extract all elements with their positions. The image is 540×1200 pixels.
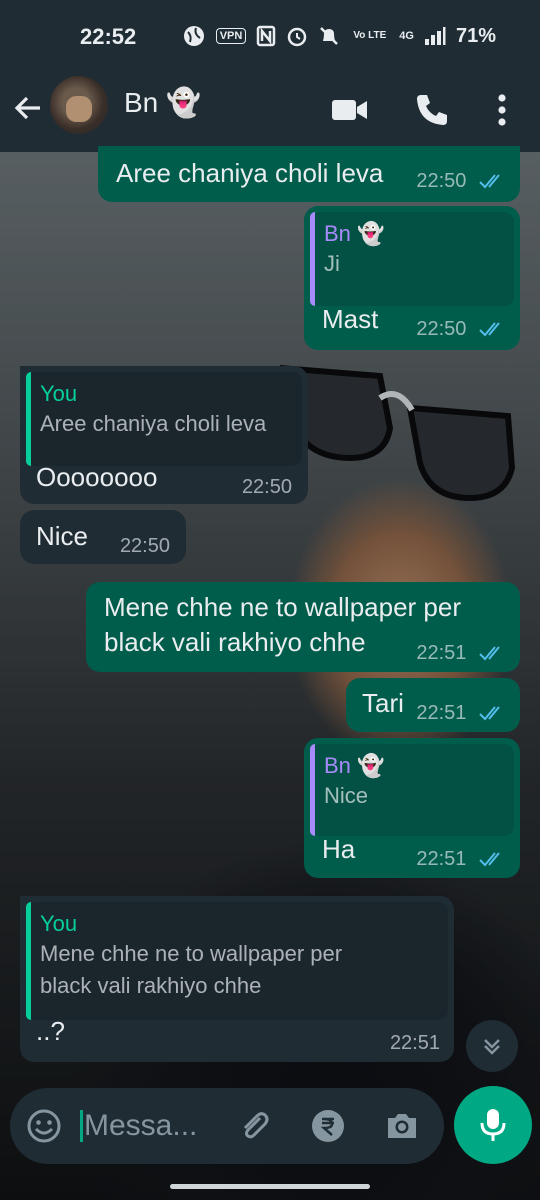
quote-text-line: black vali rakhiyo chhe (40, 973, 262, 998)
message-text: Tari (362, 688, 404, 718)
globe-icon (183, 26, 204, 46)
message-incoming[interactable]: Nice 22:50 (20, 510, 186, 564)
quote-bar (310, 212, 315, 306)
message-meta: 22:50 (416, 318, 506, 341)
rupee-payment-icon[interactable] (310, 1108, 346, 1144)
message-time: 22:51 (416, 642, 467, 664)
gesture-home-bar[interactable] (170, 1184, 370, 1189)
quote-author: Bn 👻 (324, 753, 385, 778)
nfc-icon (257, 25, 276, 47)
microphone-icon (480, 1109, 506, 1141)
quoted-message[interactable]: You Aree chaniya choli leva (26, 372, 302, 466)
contact-avatar[interactable] (50, 76, 108, 134)
video-call-icon[interactable] (330, 90, 370, 130)
status-bar: 22:52 VPN Vo LTE 4G 71% (0, 0, 540, 72)
message-outgoing[interactable]: Aree chaniya choli leva 22:50 (98, 146, 520, 202)
read-ticks-icon (479, 646, 500, 661)
message-time: 22:51 (416, 702, 467, 724)
read-ticks-icon (479, 706, 500, 721)
signal-icon (424, 27, 446, 45)
volte-label: Vo LTE (353, 30, 387, 41)
message-outgoing-reply[interactable]: Bn 👻 Ji Mast 22:50 (304, 206, 520, 350)
message-time: 22:50 (416, 318, 467, 340)
camera-icon[interactable] (384, 1108, 420, 1144)
quoted-message[interactable]: Bn 👻 Ji (310, 212, 514, 306)
status-icons: VPN Vo LTE 4G 71% (182, 24, 496, 48)
message-time: 22:51 (416, 848, 467, 870)
contact-name[interactable]: Bn 👻 (124, 86, 201, 119)
message-outgoing[interactable]: Tari 22:51 (346, 678, 520, 732)
message-text: Oooooooo (36, 462, 158, 492)
quote-text: Ji (324, 251, 340, 276)
quote-text: Aree chaniya choli leva (40, 411, 267, 436)
message-meta: 22:51 (416, 642, 506, 665)
message-input[interactable] (82, 1102, 216, 1150)
message-composer (10, 1088, 444, 1164)
mute-bell-icon (320, 27, 339, 45)
battery-level: 71% (455, 24, 496, 47)
message-meta: 22:51 (416, 848, 506, 871)
voice-record-button[interactable] (454, 1086, 532, 1164)
message-outgoing-reply[interactable]: Bn 👻 Nice Ha 22:51 (304, 738, 520, 878)
quoted-message[interactable]: Bn 👻 Nice (310, 744, 514, 836)
quote-text: Nice (324, 783, 369, 808)
read-ticks-icon (479, 852, 500, 867)
message-text: ..? (36, 1016, 65, 1046)
message-time: 22:50 (119, 535, 170, 557)
message-time: 22:50 (416, 170, 467, 192)
quote-text-line: Mene chhe ne to wallpaper per (40, 941, 343, 966)
message-meta: 22:50 (416, 170, 506, 193)
attachment-icon[interactable] (236, 1108, 272, 1144)
more-options-icon[interactable] (482, 90, 522, 130)
vpn-badge: VPN (215, 28, 247, 44)
message-meta: 22:51 (416, 702, 506, 725)
message-text: Nice (36, 521, 89, 551)
quote-bar (26, 372, 31, 466)
emoji-icon[interactable] (26, 1108, 62, 1144)
chat-header: Bn 👻 (0, 72, 540, 152)
scroll-to-bottom-button[interactable] (466, 1020, 518, 1072)
quote-bar (26, 902, 31, 1020)
message-outgoing[interactable]: Mene chhe ne to wallpaper per black vali… (86, 582, 520, 672)
message-text: Aree chaniya choli leva (116, 158, 384, 188)
message-text-line: Mene chhe ne to wallpaper per (104, 592, 462, 622)
message-text: Mast (322, 304, 379, 334)
back-arrow-icon[interactable] (12, 92, 44, 124)
message-text: Ha (322, 834, 356, 864)
quote-author: You (40, 911, 78, 936)
network-type: 4G (399, 30, 414, 42)
message-text-line: black vali rakhiyo chhe (104, 627, 366, 657)
read-ticks-icon (479, 322, 500, 337)
status-time: 22:52 (80, 24, 137, 49)
message-incoming-reply[interactable]: You Mene chhe ne to wallpaper per black … (20, 896, 454, 1062)
message-time: 22:51 (389, 1032, 440, 1054)
quote-author: You (40, 381, 78, 406)
voice-call-icon[interactable] (412, 90, 452, 130)
quoted-message[interactable]: You Mene chhe ne to wallpaper per black … (26, 902, 448, 1020)
message-incoming-reply[interactable]: You Aree chaniya choli leva Oooooooo 22:… (20, 366, 308, 504)
quote-author: Bn 👻 (324, 221, 385, 246)
quote-bar (310, 744, 315, 836)
message-time: 22:50 (241, 476, 292, 498)
alarm-icon (288, 27, 307, 47)
double-chevron-down-icon (484, 1039, 500, 1055)
read-ticks-icon (479, 174, 500, 189)
